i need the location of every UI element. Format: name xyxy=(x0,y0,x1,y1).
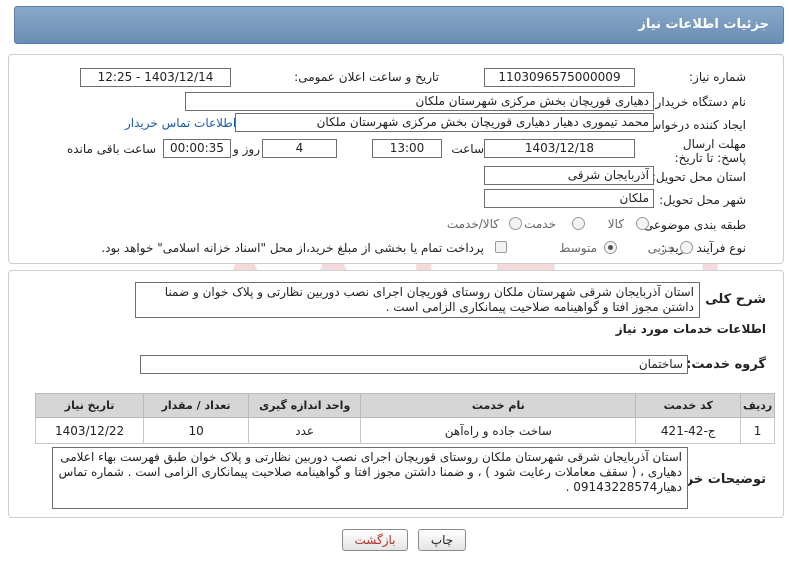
service-group-field[interactable]: ساختمان xyxy=(140,355,688,374)
city-label: شهر محل تحویل: xyxy=(659,193,746,207)
announce-label: تاریخ و ساعت اعلان عمومی: xyxy=(294,70,439,84)
treasury-payment-note: پرداخت تمام یا بخشی از مبلغ خرید،از محل … xyxy=(101,241,484,255)
requester-field[interactable]: محمد تیموری دهیار دهیاری قوریچان بخش مرک… xyxy=(235,113,654,132)
category-goods-service-label: کالا/خدمت xyxy=(446,217,499,231)
days-field[interactable]: 4 xyxy=(262,139,337,158)
province-label: استان محل تحویل: xyxy=(651,170,746,184)
category-label: طبقه بندی موضوعی: xyxy=(639,218,746,232)
services-table: ردیف کد خدمت نام خدمت واحد اندازه گیری ت… xyxy=(34,393,775,444)
col-need-date: تاریخ نیاز xyxy=(34,393,145,418)
buyer-org-field[interactable]: دهیاری قوریچان بخش مرکزی شهرستان ملکان xyxy=(185,92,654,111)
page-title-bar: جزئیات اطلاعات نیاز xyxy=(14,6,784,44)
city-field[interactable]: ملکان xyxy=(484,189,654,208)
deadline-time-label: ساعت xyxy=(451,142,484,156)
days-label: روز و xyxy=(233,142,260,156)
col-quantity: تعداد / مقدار xyxy=(143,393,250,418)
announce-field[interactable]: 1403/12/14 - 12:25 xyxy=(80,68,231,87)
need-number-field[interactable]: 1103096575000009 xyxy=(484,68,635,87)
remaining-time-field[interactable]: 00:00:35 xyxy=(163,139,231,158)
services-section-title: اطلاعات خدمات مورد نیاز xyxy=(615,322,766,336)
process-minor-radio[interactable] xyxy=(680,241,693,254)
deadline-time-field[interactable]: 13:00 xyxy=(372,139,442,158)
buyer-org-label: نام دستگاه خریدار: xyxy=(651,95,747,109)
process-medium-label: متوسط xyxy=(559,241,597,255)
treasury-payment-checkbox[interactable] xyxy=(495,241,507,253)
cell-service-code: ج-42-421 xyxy=(635,417,742,444)
process-medium-radio[interactable] xyxy=(604,241,617,254)
cell-need-date: 1403/12/22 xyxy=(34,417,145,444)
category-goods-radio[interactable] xyxy=(636,217,649,230)
col-row: ردیف xyxy=(740,393,775,418)
province-field[interactable]: آذربایجان شرقی xyxy=(484,166,654,185)
print-button[interactable]: چاپ xyxy=(418,529,466,551)
col-service-name: نام خدمت xyxy=(360,393,637,418)
cell-row: 1 xyxy=(740,417,775,444)
cell-unit: عدد xyxy=(248,417,362,444)
col-unit: واحد اندازه گیری xyxy=(248,393,362,418)
category-service-radio[interactable] xyxy=(572,217,585,230)
back-button[interactable]: بازگشت xyxy=(342,529,408,551)
service-group-label: گروه خدمت: xyxy=(686,357,766,372)
services-table-wrap: ردیف کد خدمت نام خدمت واحد اندازه گیری ت… xyxy=(34,393,775,444)
deadline-date-field[interactable]: 1403/12/18 xyxy=(484,139,635,158)
buyer-contact-link[interactable]: اطلاعات تماس خریدار xyxy=(125,116,236,130)
cell-service-name: ساخت جاده و راه‌آهن xyxy=(360,417,637,444)
category-service-label: خدمت xyxy=(524,217,556,231)
table-header-row: ردیف کد خدمت نام خدمت واحد اندازه گیری ت… xyxy=(34,393,775,418)
deadline-label: مهلت ارسال پاسخ: تا تاریخ: xyxy=(674,137,746,165)
remaining-label: ساعت باقی مانده xyxy=(66,142,156,156)
process-minor-label: جزیی xyxy=(647,241,675,255)
page-title: جزئیات اطلاعات نیاز xyxy=(638,17,769,32)
cell-quantity: 10 xyxy=(143,417,250,444)
table-row[interactable]: 1 ج-42-421 ساخت جاده و راه‌آهن عدد 10 14… xyxy=(34,417,775,444)
category-goods-service-radio[interactable] xyxy=(509,217,522,230)
need-number-label: شماره نیاز: xyxy=(689,70,746,84)
col-service-code: کد خدمت xyxy=(635,393,742,418)
buyer-notes-text[interactable]: استان آذربایجان شرقی شهرستان ملکان روستا… xyxy=(52,447,688,509)
category-goods-label: کالا xyxy=(607,217,624,231)
description-text[interactable]: استان آذربایجان شرقی شهرستان ملکان روستا… xyxy=(135,282,700,318)
